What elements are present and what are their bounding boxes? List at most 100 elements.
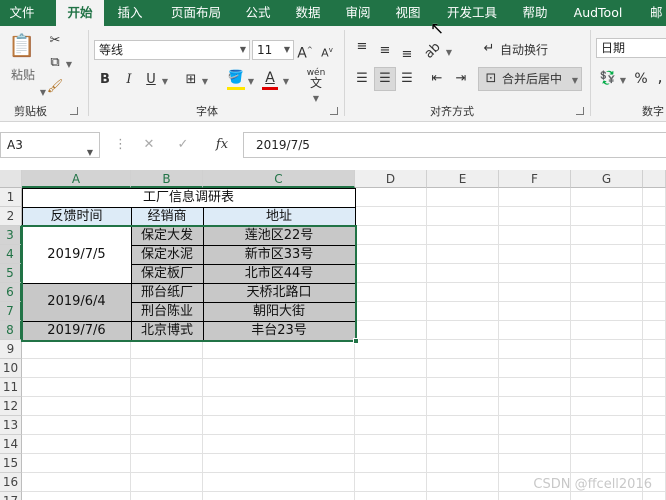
tab-data[interactable]: 数据 [288,0,328,26]
cell[interactable] [22,359,131,378]
cell[interactable] [571,378,643,397]
row-header[interactable]: 14 [0,435,22,454]
cell[interactable] [131,416,203,435]
cell[interactable] [571,340,643,359]
row-header[interactable]: 8 [0,321,22,340]
currency-format-icon[interactable]: 💱 [599,70,617,88]
cell[interactable] [643,226,666,245]
cell[interactable] [571,207,643,226]
cell[interactable] [22,340,131,359]
align-left-icon[interactable]: ☰ [353,70,371,88]
cell[interactable] [427,188,499,207]
cell[interactable] [571,188,643,207]
cell[interactable] [355,340,427,359]
name-box[interactable]: A3 ▼ [0,132,100,158]
cell[interactable] [643,454,666,473]
fill-handle[interactable] [353,338,359,344]
select-all-corner[interactable] [0,170,22,188]
cell[interactable] [499,283,571,302]
shrink-font-icon[interactable]: Av [319,41,335,63]
cell[interactable] [643,207,666,226]
cell[interactable] [355,378,427,397]
cell[interactable] [499,397,571,416]
phonetic-dropdown-icon[interactable]: ▼ [311,90,321,108]
fill-dropdown-icon[interactable]: ▼ [246,73,256,91]
cell[interactable] [427,283,499,302]
cell[interactable] [427,264,499,283]
cell[interactable] [22,397,131,416]
cell[interactable] [499,321,571,340]
cell[interactable] [355,435,427,454]
cell[interactable] [643,321,666,340]
borders-icon[interactable]: ⊞ [182,71,200,89]
row-header[interactable]: 10 [0,359,22,378]
decrease-indent-icon[interactable]: ⇤ [428,70,446,88]
cell[interactable] [499,359,571,378]
enter-icon[interactable]: ✓ [174,136,192,154]
cell[interactable] [571,226,643,245]
cell[interactable] [203,454,355,473]
cell[interactable] [643,359,666,378]
row-header[interactable]: 3 [0,226,22,245]
cell[interactable] [571,359,643,378]
font-name-select[interactable]: 等线 ▼ [94,40,250,60]
cell[interactable] [355,226,427,245]
cell[interactable] [643,492,666,500]
row-header[interactable]: 15 [0,454,22,473]
alignment-launcher-icon[interactable] [576,107,584,115]
cell[interactable] [355,454,427,473]
column-header-d[interactable]: D [355,170,427,188]
cell[interactable] [355,207,427,226]
cell[interactable] [355,188,427,207]
cell[interactable] [203,416,355,435]
cell[interactable] [643,245,666,264]
grow-font-icon[interactable]: A^ [297,41,313,63]
cell[interactable] [131,435,203,454]
cell[interactable] [499,207,571,226]
cell[interactable] [355,416,427,435]
cell[interactable] [427,416,499,435]
cell[interactable] [571,397,643,416]
cell[interactable] [203,397,355,416]
cell[interactable] [131,378,203,397]
cell[interactable] [355,397,427,416]
cell[interactable] [643,264,666,283]
column-header-a[interactable]: A [22,170,131,188]
cell[interactable] [427,473,499,492]
format-painter-icon[interactable]: 🖌 [46,78,64,96]
row-header[interactable]: 11 [0,378,22,397]
tab-review[interactable]: 审阅 [338,0,378,26]
cell[interactable] [571,492,643,500]
wrap-text-button[interactable]: 自动换行 [500,41,560,59]
italic-button[interactable]: I [121,71,137,89]
cell[interactable] [22,416,131,435]
tab-view[interactable]: 视图 [388,0,428,26]
cell[interactable] [643,416,666,435]
fill-color-icon[interactable]: 🪣 [227,69,245,87]
cell[interactable] [355,264,427,283]
cell[interactable] [571,264,643,283]
cell[interactable] [355,283,427,302]
merge-center-icon[interactable]: ⊡ [482,70,500,88]
cell[interactable] [643,397,666,416]
font-color-dropdown-icon[interactable]: ▼ [281,73,291,91]
orientation-dropdown-icon[interactable]: ▼ [444,44,454,62]
cell[interactable] [571,302,643,321]
copy-dropdown-icon[interactable]: ▼ [64,56,74,74]
formula-input[interactable]: 2019/7/5 [243,132,666,158]
cell[interactable] [571,283,643,302]
comma-style-icon[interactable]: , [654,68,666,86]
cell[interactable] [427,245,499,264]
tab-file[interactable]: 文件 [0,0,44,26]
cell[interactable] [499,264,571,283]
font-color-icon[interactable]: A [262,69,278,87]
cell[interactable] [22,454,131,473]
merge-dropdown-icon[interactable]: ▼ [570,72,580,90]
tab-mail[interactable]: 邮 [640,0,666,26]
cell[interactable] [355,473,427,492]
row-header[interactable]: 9 [0,340,22,359]
cell[interactable] [571,245,643,264]
cell[interactable] [427,226,499,245]
percent-style-button[interactable]: % [634,70,648,88]
underline-dropdown-icon[interactable]: ▼ [160,73,170,91]
